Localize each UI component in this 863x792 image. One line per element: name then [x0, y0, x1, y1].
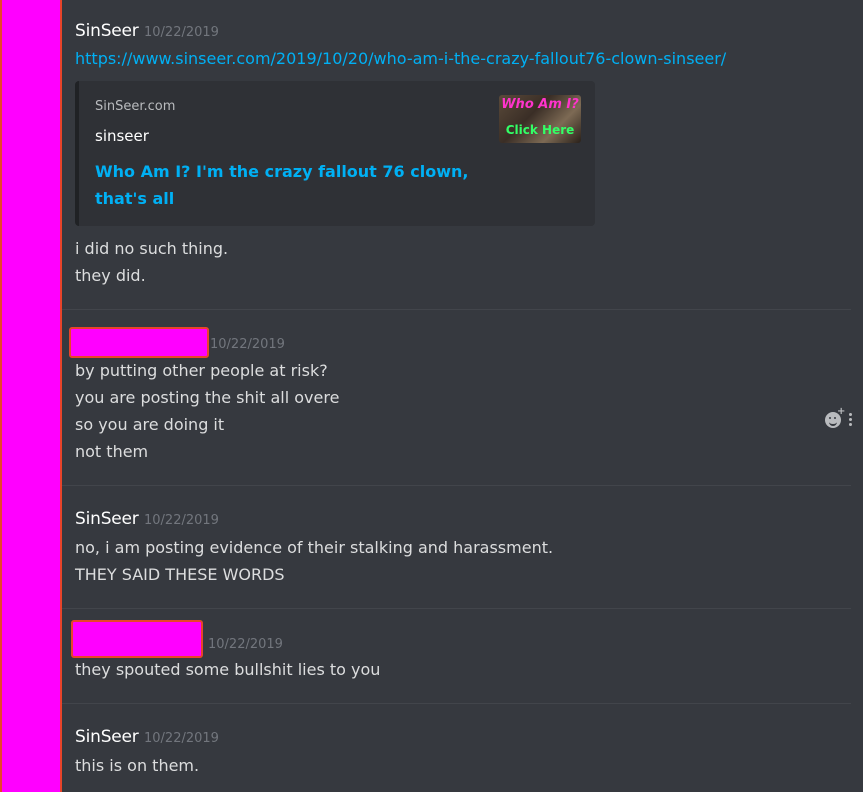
message-timestamp: 10/22/2019: [208, 637, 283, 652]
message-author[interactable]: SinSeer: [75, 727, 139, 747]
message-hover-toolbar: +: [825, 406, 853, 428]
message-line: no, i am posting evidence of their stalk…: [75, 538, 554, 557]
redacted-author: [69, 327, 209, 358]
message-timestamp: 10/22/2019: [210, 337, 285, 352]
thumbnail-text-bottom: Click Here: [505, 123, 575, 137]
thumbnail-text-top: Who Am I?: [501, 97, 579, 112]
message-line: they did.: [75, 266, 146, 285]
message-author[interactable]: SinSeer: [75, 509, 139, 529]
emoji-plus-icon[interactable]: +: [825, 406, 845, 428]
embed-title[interactable]: Who Am I? I'm the crazy fallout 76 clown…: [95, 158, 475, 212]
message: SinSeer 10/22/2019 https://www.sinseer.c…: [62, 0, 851, 300]
redacted-sidebar: [0, 0, 62, 792]
message-link[interactable]: https://www.sinseer.com/2019/10/20/who-a…: [75, 49, 726, 68]
message-line: not them: [75, 442, 149, 461]
redacted-author: [71, 620, 203, 658]
message: 10/22/2019 they spouted some bullshit li…: [62, 609, 851, 702]
message: SinSeer 10/22/2019 this is on them.: [62, 704, 851, 792]
link-embed: SinSeer.com sinseer Who Am I? I'm the cr…: [75, 81, 595, 226]
message-line: THEY SAID THESE WORDS: [75, 565, 285, 584]
chat-messages: SinSeer 10/22/2019 https://www.sinseer.c…: [62, 0, 863, 792]
embed-provider[interactable]: SinSeer.com: [95, 99, 175, 114]
message-timestamp: 10/22/2019: [144, 25, 219, 40]
message-line: this is on them.: [75, 756, 200, 775]
message-line: i did no such thing.: [75, 239, 229, 258]
message-line: you are posting the shit all overe: [75, 388, 340, 407]
message-line: they spouted some bullshit lies to you: [75, 660, 381, 679]
message-line: so you are doing it: [75, 415, 225, 434]
message: 10/22/2019 by putting other people at ri…: [62, 310, 851, 485]
message: SinSeer 10/22/2019 no, i am posting evid…: [62, 486, 851, 606]
message-timestamp: 10/22/2019: [144, 731, 219, 746]
embed-author[interactable]: sinseer: [95, 127, 149, 145]
message-author[interactable]: SinSeer: [75, 21, 139, 41]
message-line: by putting other people at risk?: [75, 361, 328, 380]
embed-thumbnail[interactable]: Who Am I? Click Here: [499, 95, 581, 143]
message-timestamp: 10/22/2019: [144, 513, 219, 528]
more-options-icon[interactable]: [849, 413, 853, 427]
